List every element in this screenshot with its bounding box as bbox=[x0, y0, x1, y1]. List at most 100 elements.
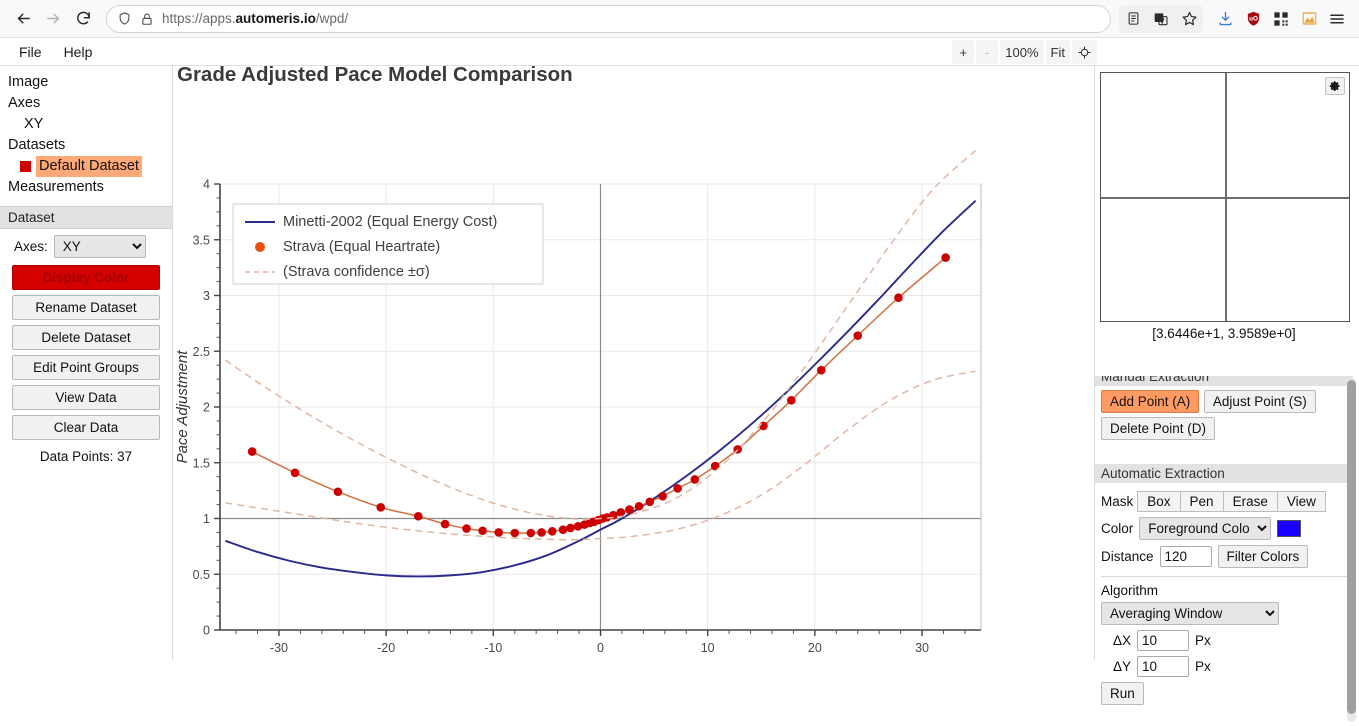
ublock-shield-icon[interactable]: uO bbox=[1239, 5, 1267, 33]
menu-help[interactable]: Help bbox=[55, 41, 102, 63]
data-point-marker[interactable] bbox=[759, 421, 768, 431]
data-point-marker[interactable] bbox=[290, 468, 300, 478]
tree-item-datasets[interactable]: Datasets bbox=[8, 135, 172, 156]
data-point-marker[interactable] bbox=[462, 524, 471, 533]
distance-row: Distance Filter Colors bbox=[1101, 545, 1347, 568]
extension-icon[interactable] bbox=[1295, 5, 1323, 33]
color-row: Color Foreground Color bbox=[1101, 517, 1347, 540]
scrollbar-thumb[interactable] bbox=[1347, 380, 1356, 714]
data-point-marker[interactable] bbox=[658, 491, 667, 501]
forward-arrow-icon[interactable] bbox=[38, 4, 68, 34]
hamburger-menu-icon[interactable] bbox=[1323, 5, 1351, 33]
data-point-marker[interactable] bbox=[510, 528, 520, 538]
mask-label: Mask bbox=[1101, 494, 1134, 509]
data-point-marker[interactable] bbox=[537, 528, 546, 537]
data-point-marker[interactable] bbox=[853, 331, 863, 340]
tree-item-xy[interactable]: XY bbox=[8, 114, 172, 135]
color-mode-select[interactable]: Foreground Color bbox=[1139, 517, 1272, 540]
filter-colors-button[interactable]: Filter Colors bbox=[1217, 545, 1309, 568]
data-point-marker[interactable] bbox=[817, 365, 826, 375]
data-point-marker[interactable] bbox=[333, 487, 343, 497]
algorithm-select[interactable]: Averaging Window bbox=[1101, 602, 1279, 625]
data-point-marker[interactable] bbox=[894, 293, 903, 303]
display-color-button[interactable]: Display Color bbox=[12, 265, 160, 290]
url-text: https://apps.automeris.io/wpd/ bbox=[162, 11, 349, 26]
tree-item-axes[interactable]: Axes bbox=[8, 93, 172, 114]
magnifier-preview[interactable] bbox=[1100, 72, 1350, 322]
data-point-marker[interactable] bbox=[645, 497, 655, 507]
tree-item-measurements[interactable]: Measurements bbox=[8, 177, 172, 198]
clear-data-button[interactable]: Clear Data bbox=[12, 415, 160, 440]
shield-icon[interactable] bbox=[117, 11, 132, 26]
data-point-marker[interactable] bbox=[786, 396, 796, 405]
mask-view-button[interactable]: View bbox=[1276, 491, 1326, 512]
mask-tool-row: Mask Box Pen Erase View bbox=[1101, 491, 1347, 512]
chart-canvas-area[interactable]: 00.511.522.533.54-30-20-100102030Gradien… bbox=[173, 66, 1095, 660]
reload-icon[interactable] bbox=[68, 4, 98, 34]
zoom-fit-button[interactable]: Fit bbox=[1045, 40, 1070, 64]
axes-field-row: Axes: XY bbox=[0, 229, 172, 260]
tree-item-default-dataset[interactable]: Default Dataset bbox=[8, 156, 172, 177]
data-point-marker[interactable] bbox=[478, 526, 487, 536]
delete-point-button[interactable]: Delete Point (D) bbox=[1101, 417, 1216, 440]
address-bar[interactable]: https://apps.automeris.io/wpd/ bbox=[106, 4, 1111, 33]
delta-x-label: ΔX bbox=[1113, 633, 1132, 648]
data-point-marker[interactable] bbox=[673, 484, 682, 493]
x-tick-label: -10 bbox=[484, 641, 502, 655]
y-tick-label: 3.5 bbox=[193, 233, 210, 247]
back-arrow-icon[interactable] bbox=[8, 4, 38, 34]
gear-icon[interactable] bbox=[1325, 77, 1345, 95]
view-data-button[interactable]: View Data bbox=[12, 385, 160, 410]
data-point-marker[interactable] bbox=[547, 527, 557, 536]
delta-y-row: ΔY Px bbox=[1113, 656, 1347, 677]
distance-input[interactable] bbox=[1159, 546, 1212, 567]
delta-y-label: ΔY bbox=[1113, 659, 1132, 674]
delta-x-input[interactable] bbox=[1137, 630, 1190, 651]
data-point-marker[interactable] bbox=[634, 501, 644, 511]
delta-y-input[interactable] bbox=[1137, 656, 1190, 677]
downloads-icon[interactable] bbox=[1211, 5, 1239, 33]
run-button[interactable]: Run bbox=[1101, 682, 1144, 705]
zoom-out-button[interactable]: - bbox=[976, 40, 999, 64]
rename-dataset-button[interactable]: Rename Dataset bbox=[12, 295, 160, 320]
data-point-marker[interactable] bbox=[558, 525, 568, 534]
menu-file[interactable]: File bbox=[10, 41, 51, 63]
data-point-marker[interactable] bbox=[566, 523, 575, 533]
data-point-marker[interactable] bbox=[376, 503, 386, 512]
mask-box-button[interactable]: Box bbox=[1137, 491, 1181, 512]
legend-label: Strava (Equal Heartrate) bbox=[283, 239, 440, 255]
plot-figure: 00.511.522.533.54-30-20-100102030Gradien… bbox=[173, 66, 1094, 660]
mask-pen-button[interactable]: Pen bbox=[1179, 491, 1224, 512]
project-tree: Image Axes XY Datasets Default Dataset M… bbox=[0, 66, 172, 200]
zoom-controls: + - 100% Fit bbox=[952, 40, 1097, 64]
data-point-marker[interactable] bbox=[440, 519, 450, 529]
axes-select[interactable]: XY bbox=[53, 235, 146, 258]
adjust-point-button[interactable]: Adjust Point (S) bbox=[1203, 390, 1316, 413]
crosshair-target-icon[interactable] bbox=[1072, 40, 1097, 64]
add-point-button[interactable]: Add Point (A) bbox=[1101, 390, 1200, 413]
dataset-color-swatch bbox=[20, 161, 31, 172]
dataset-name-label: Default Dataset bbox=[36, 156, 142, 177]
color-swatch[interactable] bbox=[1277, 520, 1302, 537]
reader-view-icon[interactable] bbox=[1119, 5, 1147, 33]
zoom-in-button[interactable]: + bbox=[952, 40, 975, 64]
data-point-marker[interactable] bbox=[247, 447, 257, 456]
algorithm-label: Algorithm bbox=[1101, 583, 1159, 598]
data-point-marker[interactable] bbox=[526, 528, 536, 538]
delete-dataset-button[interactable]: Delete Dataset bbox=[12, 325, 160, 350]
data-point-marker[interactable] bbox=[690, 475, 700, 484]
mask-erase-button[interactable]: Erase bbox=[1222, 491, 1278, 512]
data-point-marker[interactable] bbox=[625, 505, 634, 514]
right-panel-scrollbar[interactable] bbox=[1347, 378, 1356, 722]
translate-icon[interactable]: A7 bbox=[1147, 5, 1175, 33]
delta-x-row: ΔX Px bbox=[1113, 630, 1347, 651]
bookmark-star-icon[interactable] bbox=[1175, 5, 1203, 33]
data-point-marker[interactable] bbox=[413, 511, 423, 521]
data-point-marker[interactable] bbox=[494, 528, 503, 537]
qr-code-icon[interactable] bbox=[1267, 5, 1295, 33]
data-point-marker[interactable] bbox=[941, 253, 950, 262]
edit-point-groups-button[interactable]: Edit Point Groups bbox=[12, 355, 160, 380]
tree-item-image[interactable]: Image bbox=[8, 72, 172, 93]
color-label: Color bbox=[1101, 521, 1134, 536]
x-tick-label: -30 bbox=[270, 641, 288, 655]
